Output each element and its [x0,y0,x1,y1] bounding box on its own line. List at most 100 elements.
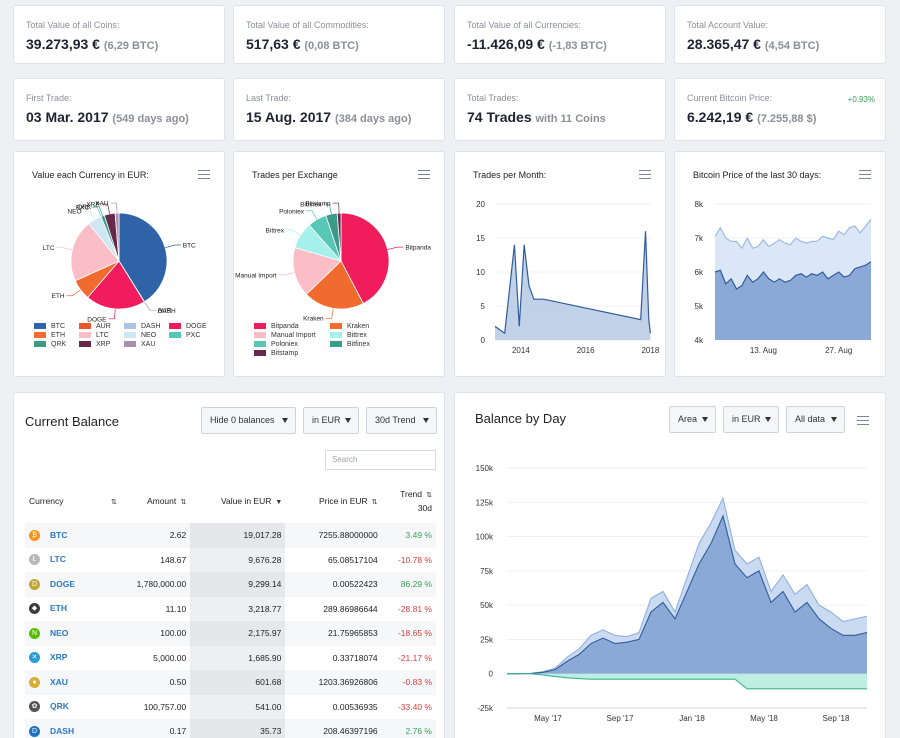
value-cell: 1,685.90 [190,645,286,670]
value-cell: 2,175.97 [190,621,286,646]
pie-label-line [108,308,116,320]
stat-label: Total Value of all Currencies: [467,20,581,30]
stat-sub: (0,08 BTC) [304,40,359,52]
price-cell: 289.86986644 [323,603,378,614]
stat-main: 6.242,19 € [687,109,754,125]
chart-legend: BTC AUR DASH DOGE ETH LTC NEO PXC QRK XRP XAU [34,323,224,373]
legend-item[interactable]: Manual Import [254,332,316,339]
legend-item[interactable]: QRK [34,341,66,348]
y-tick-label: 125k [476,498,494,507]
pie-label-line [306,210,318,220]
legend-item[interactable]: DASH [124,323,160,330]
stat-sub: (7.255,88 $) [757,113,817,125]
currency-cell[interactable]: N NEO [25,621,121,646]
currency-dropdown[interactable]: in EUR [303,407,359,434]
price-cell: 0.33718074 [332,652,378,663]
table-row[interactable]: ✿ QRK 100,757.00 541.00 0.00536935 -33.40 % [25,694,436,720]
stat-main: -11.426,09 € [467,36,545,52]
pie-label: Bitstamp [305,201,331,208]
col-amount[interactable]: Amount ⇅ [121,479,190,523]
col-currency[interactable]: Currency [25,479,103,523]
pie-label: DASH [158,308,176,315]
trend-dropdown[interactable]: 30d Trend [366,407,437,434]
stat-main: 74 Trades [467,109,532,125]
currency-cell[interactable]: ✿ QRK [25,695,121,720]
table-row[interactable]: D DASH 0.17 35.73 208.46397196 2.76 % [25,719,436,738]
price-cell: 208.46397196 [285,719,382,738]
legend-label: Manual Import [271,332,316,339]
legend-item[interactable]: Bittrex [330,332,367,339]
currency-symbol-link[interactable]: DOGE [50,579,75,589]
trend-cell: -28.81 % [397,603,432,614]
stat-label: Last Trade: [246,93,292,103]
stat-sub: with 11 Coins [535,113,606,125]
x-tick-label: 2014 [512,346,530,355]
amount-cell: 100.00 [120,621,191,646]
currency-cell[interactable]: Ł LTC [25,548,121,573]
table-row[interactable]: ₿ BTC 2.62 19,017.28 7255.88000000 3.49 % [25,523,436,548]
legend-label: XRP [96,341,111,348]
currency-symbol-link[interactable]: BTC [50,530,67,540]
amount-cell: 5,000.00 [153,652,187,663]
hide-zero-balances-dropdown[interactable]: Hide 0 balances [201,407,296,434]
legend-label: Bitpanda [271,323,299,330]
legend-item[interactable]: PXC [169,332,200,339]
pie-label-line [285,229,301,236]
col-trend[interactable]: Trend ⇅ 30d [382,479,436,523]
currency-cell[interactable]: ● XAU [25,670,121,695]
trend-cell: -0.83 % [381,670,436,695]
legend-item[interactable]: Bitfinex [330,341,370,348]
legend-swatch [79,323,91,330]
area-fill [495,231,651,340]
sort-currency[interactable]: ⇅ [103,479,121,523]
legend-item[interactable]: Bitstamp [254,350,298,357]
currency-symbol-link[interactable]: XAU [50,677,68,687]
currency-cell[interactable]: ◆ ETH [25,597,121,622]
table-row[interactable]: ● XAU 0.50 601.68 1203.36926806 -0.83 % [25,670,436,695]
amount-cell: 2.62 [120,523,191,548]
legend-item[interactable]: AUR [79,323,111,330]
col-price[interactable]: Price in EUR ⇅ [285,479,381,523]
legend-item[interactable]: DOGE [169,323,207,330]
legend-item[interactable]: Bitpanda [254,323,299,330]
currency-cell[interactable]: ✕ XRP [25,646,121,671]
legend-swatch [124,332,136,339]
currency-symbol-link[interactable]: NEO [50,628,68,638]
currency-cell[interactable]: ₿ BTC [25,523,121,548]
pie-label: ETH [52,293,65,300]
x-tick-label: Jan '18 [679,714,705,723]
legend-item[interactable]: BTC [34,323,65,330]
price-cell: 0.00536935 [332,701,378,712]
currency-symbol-link[interactable]: DASH [50,726,74,736]
y-tick-label: 25k [480,635,494,644]
search-input[interactable]: Search [325,450,436,470]
legend-item[interactable]: XAU [124,341,155,348]
pie-label-line [165,244,181,249]
legend-swatch [169,332,181,339]
table-row[interactable]: D DOGE 1,780,000.00 9,299.14 0.00522423 86.29… [25,572,436,597]
currency-cell[interactable]: D DOGE [25,572,121,597]
legend-item[interactable]: LTC [79,332,109,339]
legend-item[interactable]: Poloniex [254,341,298,348]
table-row[interactable]: N NEO 100.00 2,175.97 21.75965853 -18.65 % [25,621,436,646]
currency-symbol-link[interactable]: ETH [50,603,67,613]
legend-item[interactable]: XRP [79,341,110,348]
currency-symbol-link[interactable]: XRP [50,652,67,662]
table-row[interactable]: Ł LTC 148.67 9,676.28 65.08517104 -10.78 % [25,547,436,573]
y-tick-label: 75k [480,567,494,576]
legend-item[interactable]: ETH [34,332,65,339]
pie-label: Kraken [303,316,324,322]
currency-symbol-link[interactable]: QRK [50,701,69,711]
y-tick-label: 0 [489,670,494,679]
x-tick-label: May '17 [534,714,562,723]
currency-cell[interactable]: D DASH [25,719,121,738]
currency-symbol-link[interactable]: LTC [50,554,66,564]
legend-item[interactable]: Kraken [330,323,369,330]
stat-card-currencies: Total Value of all Currencies: -11.426,0… [454,5,666,64]
legend-item[interactable]: NEO [124,332,156,339]
pie-label-line [66,289,81,297]
col-value[interactable]: Value in EUR ▼ [190,479,285,523]
table-row[interactable]: ✕ XRP 5,000.00 1,685.90 0.33718074 -21.17 % [25,645,436,671]
stat-value: -11.426,09 € (-1,83 BTC) [467,36,607,52]
table-row[interactable]: ◆ ETH 11.10 3,218.77 289.86986644 -28.81 % [25,596,436,622]
